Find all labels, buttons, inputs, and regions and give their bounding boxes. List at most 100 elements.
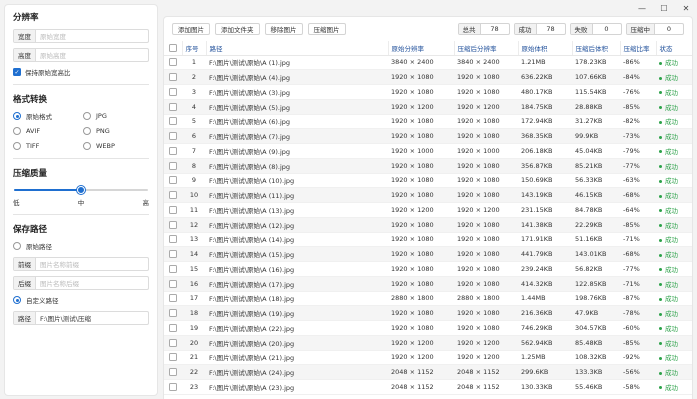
table-row[interactable]: 17 F:\图片\测试\原始\A (18).jpg 2880 × 1800 2880 … <box>164 291 692 307</box>
checkbox-icon[interactable] <box>168 43 177 52</box>
checkbox-icon[interactable] <box>169 58 177 67</box>
checkbox-icon[interactable] <box>169 309 177 318</box>
maximize-button[interactable]: ☐ <box>653 0 675 16</box>
format-option-webp[interactable]: WEBP <box>83 141 153 151</box>
checkbox-icon[interactable] <box>169 191 177 200</box>
checkbox-icon[interactable] <box>169 205 177 214</box>
radio-icon[interactable] <box>83 112 91 120</box>
radio-icon[interactable] <box>13 142 21 150</box>
radio-selected-icon[interactable] <box>13 296 21 304</box>
remove-image-button[interactable]: 移除图片 <box>264 23 303 35</box>
table-row[interactable]: 5 F:\图片\测试\原始\A (6).jpg 1920 × 1080 1920 × … <box>164 114 692 130</box>
col-header[interactable]: 压缩后体积 <box>572 41 621 56</box>
table-row[interactable]: 7 F:\图片\测试\原始\A (9).jpg 1920 × 1000 1920 × … <box>164 143 692 159</box>
table-row[interactable]: 20 F:\图片\测试\原始\A (20).jpg 1920 × 1200 1920 … <box>164 335 692 351</box>
save-original-radio[interactable]: 原始路径 <box>13 241 149 251</box>
row-checkbox[interactable] <box>164 261 182 277</box>
checkbox-icon[interactable] <box>169 132 177 141</box>
width-field[interactable]: 宽度 原始宽度 <box>13 29 149 43</box>
row-checkbox[interactable] <box>164 350 182 366</box>
checkbox-icon[interactable] <box>169 353 177 362</box>
col-header[interactable]: 原始分辨率 <box>388 41 455 56</box>
row-checkbox[interactable] <box>164 335 182 351</box>
table-row[interactable]: 8 F:\图片\测试\原始\A (8).jpg 1920 × 1080 1920 × … <box>164 158 692 174</box>
format-option-jpg[interactable]: JPG <box>83 111 153 121</box>
row-checkbox[interactable] <box>164 173 182 189</box>
checkbox-icon[interactable] <box>169 250 177 259</box>
prefix-input[interactable]: 图片名称前缀 <box>36 258 148 270</box>
checkbox-icon[interactable] <box>169 264 177 273</box>
checkbox-icon[interactable] <box>169 279 177 288</box>
checkbox-icon[interactable] <box>169 102 177 111</box>
format-option-tiff[interactable]: TIFF <box>13 141 83 151</box>
add-image-button[interactable]: 添加图片 <box>172 23 210 35</box>
minimize-button[interactable]: — <box>631 0 653 16</box>
checkbox-icon[interactable] <box>169 87 177 96</box>
row-checkbox[interactable] <box>164 143 182 159</box>
table-row[interactable]: 4 F:\图片\测试\原始\A (5).jpg 1920 × 1200 1920 × … <box>164 99 692 115</box>
table-row[interactable]: 2 F:\图片\测试\原始\A (4).jpg 1920 × 1080 1920 × … <box>164 69 692 85</box>
slider-handle[interactable] <box>77 186 85 194</box>
col-header[interactable]: 压缩后分辨率 <box>454 41 519 56</box>
checkbox-icon[interactable] <box>169 294 177 303</box>
col-header[interactable]: 压缩比率 <box>620 41 657 56</box>
checkbox-icon[interactable] <box>169 338 177 347</box>
checkbox-icon[interactable] <box>169 323 177 332</box>
table-row[interactable]: 12 F:\图片\测试\原始\A (12).jpg 1920 × 1080 1920 … <box>164 217 692 233</box>
close-button[interactable]: ✕ <box>675 0 697 16</box>
table-row[interactable]: 22 F:\图片\测试\原始\A (24).jpg 2048 × 1152 2048 … <box>164 364 692 380</box>
compress-button[interactable]: 压缩图片 <box>307 23 346 35</box>
suffix-input[interactable]: 图片名称后缀 <box>36 277 148 289</box>
row-checkbox[interactable] <box>164 128 182 144</box>
checkbox-checked-icon[interactable]: ✓ <box>13 68 21 76</box>
row-checkbox[interactable] <box>164 202 182 218</box>
row-checkbox[interactable] <box>164 305 182 321</box>
row-checkbox[interactable] <box>164 246 182 262</box>
radio-selected-icon[interactable] <box>13 112 21 120</box>
checkbox-icon[interactable] <box>169 382 177 391</box>
path-field[interactable]: 路径 F:\图片\测试\压缩 <box>13 311 149 325</box>
format-option-png[interactable]: PNG <box>83 126 153 136</box>
table-row[interactable]: 13 F:\图片\测试\原始\A (14).jpg 1920 × 1080 1920 … <box>164 232 692 248</box>
row-checkbox[interactable] <box>164 291 182 307</box>
table-row[interactable]: 16 F:\图片\测试\原始\A (17).jpg 1920 × 1080 1920 … <box>164 276 692 292</box>
row-checkbox[interactable] <box>164 232 182 248</box>
table-row[interactable]: 19 F:\图片\测试\原始\A (22).jpg 1920 × 1080 1920 … <box>164 320 692 336</box>
format-option-avif[interactable]: AVIF <box>13 126 83 136</box>
row-checkbox[interactable] <box>164 69 182 85</box>
table-row[interactable]: 14 F:\图片\测试\原始\A (15).jpg 1920 × 1080 1920 … <box>164 246 692 262</box>
checkbox-icon[interactable] <box>169 368 177 377</box>
add-folder-button[interactable]: 添加文件夹 <box>215 23 260 35</box>
row-checkbox[interactable] <box>164 379 182 395</box>
prefix-field[interactable]: 前缀 图片名称前缀 <box>13 257 149 271</box>
table-row[interactable]: 15 F:\图片\测试\原始\A (16).jpg 1920 × 1080 1920 … <box>164 261 692 277</box>
table-row[interactable]: 18 F:\图片\测试\原始\A (19).jpg 1920 × 1080 1920 … <box>164 305 692 321</box>
height-input[interactable]: 原始高度 <box>36 49 148 61</box>
row-checkbox[interactable] <box>164 158 182 174</box>
checkbox-icon[interactable] <box>169 146 177 155</box>
table-row[interactable]: 3 F:\图片\测试\原始\A (3).jpg 1920 × 1080 1920 × … <box>164 84 692 100</box>
checkbox-icon[interactable] <box>169 235 177 244</box>
suffix-field[interactable]: 后缀 图片名称后缀 <box>13 276 149 290</box>
table-row[interactable]: 6 F:\图片\测试\原始\A (7).jpg 1920 × 1080 1920 × … <box>164 128 692 144</box>
row-checkbox[interactable] <box>164 55 182 71</box>
row-checkbox[interactable] <box>164 187 182 203</box>
radio-icon[interactable] <box>83 127 91 135</box>
format-option-original[interactable]: 原始格式 <box>13 111 83 121</box>
table-row[interactable]: 1 F:\图片\测试\原始\A (1).jpg 3840 × 2400 3840 × … <box>164 55 692 71</box>
path-input[interactable]: F:\图片\测试\压缩 <box>36 312 148 324</box>
col-header[interactable]: 序号 <box>182 41 207 56</box>
table-row[interactable]: 23 F:\图片\测试\原始\A (23).jpg 2048 × 1152 2048 … <box>164 379 692 395</box>
row-checkbox[interactable] <box>164 320 182 336</box>
keep-ratio-checkbox[interactable]: ✓ 保持原始宽高比 <box>13 67 149 77</box>
select-all-checkbox[interactable] <box>164 41 183 56</box>
table-row[interactable]: 10 F:\图片\测试\原始\A (11).jpg 1920 × 1080 1920 … <box>164 187 692 203</box>
row-checkbox[interactable] <box>164 217 182 233</box>
radio-icon[interactable] <box>83 142 91 150</box>
table-row[interactable]: 9 F:\图片\测试\原始\A (10).jpg 1920 × 1080 1920 ×… <box>164 173 692 189</box>
row-checkbox[interactable] <box>164 99 182 115</box>
row-checkbox[interactable] <box>164 114 182 130</box>
radio-icon[interactable] <box>13 127 21 135</box>
checkbox-icon[interactable] <box>169 220 177 229</box>
checkbox-icon[interactable] <box>169 176 177 185</box>
